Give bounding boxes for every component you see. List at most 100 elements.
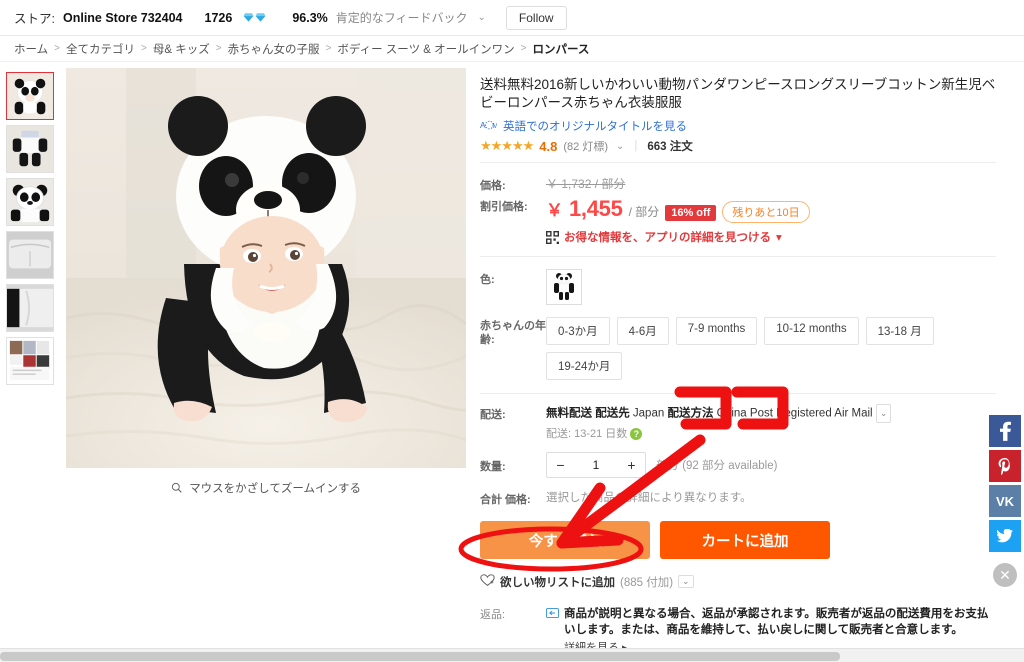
buy-now-button[interactable]: 今すぐ購入	[480, 521, 650, 559]
ship-to-value: Japan	[632, 407, 665, 420]
shipping-summary: 無料配送 配送先 Japan 配送方法 China Post Registere…	[546, 404, 996, 423]
days-left-badge: 残りあと10日	[722, 201, 810, 223]
original-price: ￥ 1,732 / 部分	[546, 177, 626, 191]
add-to-cart-button[interactable]: カートに追加	[660, 521, 830, 559]
divider	[480, 256, 996, 257]
quantity-increase-button[interactable]: +	[618, 453, 645, 477]
store-label: ストア:	[14, 12, 55, 26]
current-price: 1,455	[569, 196, 623, 221]
twitter-share-button[interactable]	[989, 520, 1021, 552]
close-social-rail-button[interactable]: ✕	[993, 563, 1017, 587]
thumb-inner-lining[interactable]	[6, 284, 54, 332]
divider: |	[634, 140, 638, 152]
social-share-rail: VK ✕	[989, 415, 1021, 587]
product-page: ストア: Online Store 732404 1726 96.3% 肯定的な…	[0, 0, 1024, 662]
returns-text: 商品が説明と異なる場合、返品が承認されます。販売者が返品の配送費用をお支払いしま…	[564, 608, 989, 636]
heart-plus-icon	[480, 573, 495, 590]
horizontal-scrollbar-thumb[interactable]	[0, 652, 840, 661]
color-label: 色:	[480, 274, 495, 286]
thumb-panda-hood-closeup[interactable]	[6, 178, 54, 226]
facebook-share-button[interactable]	[989, 415, 1021, 447]
breadcrumb-separator: >	[54, 43, 60, 54]
thumb-fabric-detail[interactable]	[6, 231, 54, 279]
translate-icon: A M	[480, 119, 498, 134]
pinterest-share-button[interactable]	[989, 450, 1021, 482]
thumb-size-chart-collage[interactable]	[6, 337, 54, 385]
quantity-decrease-button[interactable]: −	[547, 453, 574, 477]
age-options: 0-3か月 4-6月 7-9 months 10-12 months 13-18…	[546, 317, 966, 380]
diamond-icon	[243, 12, 266, 23]
ship-method-label: 配送方法	[667, 407, 714, 420]
breadcrumb-item-bodysuits[interactable]: ボディー スーツ & オールインワン	[337, 41, 514, 57]
ship-method-value: China Post Registered Air Mail	[716, 407, 873, 420]
chevron-down-icon: ▾	[776, 232, 782, 244]
shipping-days-text: 配送: 13-21 日数	[546, 428, 628, 440]
shipping-row: 配送: 無料配送 配送先 Japan 配送方法 China Post Regis…	[480, 404, 996, 441]
app-deal-link[interactable]: お得な情報を、アプリの詳細を見つける ▾	[546, 229, 996, 245]
total-price-text: 選択した商品の詳細により異なります。	[546, 492, 752, 504]
price-row: 価格: ￥ 1,732 / 部分	[480, 175, 996, 193]
age-option-10-12[interactable]: 10-12 months	[764, 317, 859, 345]
breadcrumb-item-home[interactable]: ホーム	[14, 41, 48, 57]
panda-romper-swatch[interactable]	[546, 269, 582, 305]
rating-row: ★★★★★ 4.8 (82 灯標) ⌄ | 663 注文	[480, 138, 996, 163]
discount-price-row: 割引価格: ￥ 1,455 / 部分 16% off 残りあと10日 お得な情報…	[480, 196, 996, 245]
store-sales-count: 1726	[204, 10, 233, 25]
horizontal-scrollbar[interactable]	[0, 648, 1024, 662]
quantity-stepper[interactable]: − +	[546, 452, 646, 478]
thumb-baby-panda-crawl[interactable]	[6, 72, 54, 120]
breadcrumb-item-mother-kids[interactable]: 母& キッズ	[153, 41, 210, 57]
quantity-label: 数量:	[480, 461, 506, 473]
price-unit: / 部分	[628, 205, 660, 219]
age-option-0-3[interactable]: 0-3か月	[546, 317, 610, 345]
thumb-suit-flatlay[interactable]	[6, 125, 54, 173]
current-price-group: ￥ 1,455 / 部分 16% off 残りあと10日	[546, 196, 996, 223]
total-price-row: 合計 価格: 選択した商品の詳細により異なります。	[480, 489, 996, 507]
app-deal-text: お得な情報を、アプリの詳細を見つける	[564, 232, 771, 244]
main-image-wrapper: マウスをかざしてズームインする	[62, 68, 472, 662]
chevron-down-icon[interactable]: ⌄	[616, 141, 624, 152]
color-row: 色:	[480, 269, 996, 305]
age-option-13-18[interactable]: 13-18 月	[865, 317, 934, 345]
wishlist-count: (885 付加)	[620, 576, 674, 589]
follow-button[interactable]: Follow	[505, 5, 567, 30]
search-icon	[171, 482, 185, 495]
chevron-down-icon[interactable]: ⌄	[478, 12, 486, 23]
cta-buttons: 今すぐ購入 カートに追加	[480, 521, 996, 559]
breadcrumb-item-all-categories[interactable]: 全てカテゴリ	[66, 41, 135, 57]
main-content: マウスをかざしてズームインする 送料無料2016新しいかわいい動物パンダワンピー…	[0, 62, 1024, 662]
currency-symbol: ￥	[546, 201, 563, 220]
chevron-down-icon[interactable]: ⌄	[875, 404, 892, 423]
ship-to-label: 配送先	[595, 407, 630, 420]
chevron-down-icon[interactable]: ⌄	[678, 575, 694, 588]
view-original-title-link[interactable]: 英語でのオリジナルタイトルを見る	[503, 118, 687, 134]
vk-share-button[interactable]: VK	[989, 485, 1021, 517]
main-product-image[interactable]	[66, 68, 466, 468]
breadcrumb-separator: >	[215, 43, 222, 54]
shipping-label: 配送:	[480, 409, 506, 421]
page-title: 送料無料2016新しいかわいい動物パンダワンピースロングスリーブコットン新生児ベ…	[480, 77, 996, 110]
breadcrumb-item-rompers: ロンパース	[532, 43, 590, 56]
thumbnail-strip	[6, 68, 62, 662]
breadcrumb-item-baby-girl-clothes[interactable]: 赤ちゃん女の子服	[228, 41, 320, 57]
question-mark-icon[interactable]: ?	[630, 428, 643, 441]
orders-count[interactable]: 663 注文	[647, 138, 692, 154]
product-gallery: マウスをかざしてズームインする	[0, 68, 472, 662]
qr-code-icon	[546, 230, 559, 244]
quantity-input[interactable]	[574, 453, 618, 477]
age-option-7-9[interactable]: 7-9 months	[675, 317, 758, 345]
discount-badge: 16% off	[665, 205, 717, 221]
store-header-bar: ストア: Online Store 732404 1726 96.3% 肯定的な…	[0, 0, 1024, 36]
quantity-available-text: 部分 (92 部分 available)	[656, 460, 778, 472]
age-option-19-24[interactable]: 19-24か月	[546, 352, 623, 380]
store-name[interactable]: Online Store 732404	[63, 11, 183, 25]
total-price-label: 合計 価格:	[480, 494, 531, 506]
age-option-4-6[interactable]: 4-6月	[616, 317, 669, 345]
price-label: 価格:	[480, 180, 506, 192]
discount-price-label: 割引価格:	[480, 201, 528, 213]
divider	[480, 393, 996, 394]
feedback-percent: 96.3%	[292, 10, 328, 25]
breadcrumb-separator: >	[325, 43, 332, 54]
age-row: 赤ちゃんの年齢: 0-3か月 4-6月 7-9 months 10-12 mon…	[480, 317, 996, 380]
add-to-wishlist-button[interactable]: 欲しい物リストに追加 (885 付加) ⌄	[480, 573, 996, 590]
